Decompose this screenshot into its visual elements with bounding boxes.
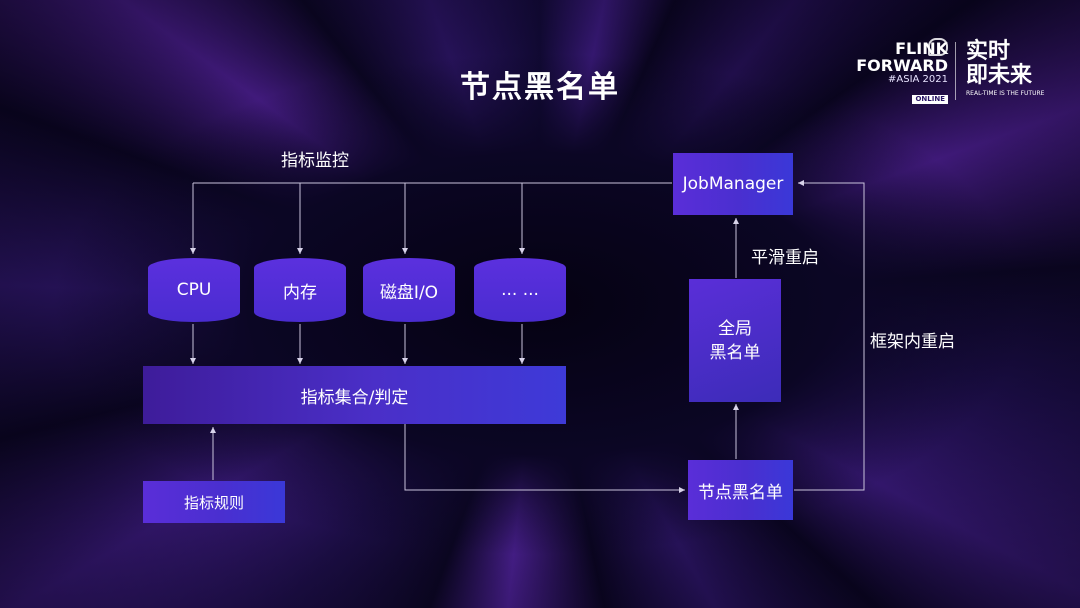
metric-disk-io: 磁盘I/O: [363, 258, 455, 322]
label-smooth-restart: 平滑重启: [751, 248, 819, 268]
slogan-line1: 实时: [966, 39, 1011, 64]
label-metrics-monitor: 指标监控: [281, 151, 349, 171]
metrics-aggregate-box: 指标集合/判定: [143, 366, 566, 424]
label-framework-restart: 框架内重启: [870, 332, 955, 352]
node-blacklist-box: 节点黑名单: [688, 460, 793, 520]
jobmanager-box: JobManager: [673, 153, 793, 215]
squirrel-icon: [928, 38, 948, 56]
metrics-rules-box: 指标规则: [143, 481, 285, 523]
arrow-framework-restart: [794, 180, 865, 491]
metric-memory: 内存: [254, 258, 346, 322]
slide-title: 节点黑名单: [460, 70, 620, 105]
metric-cpu: CPU: [148, 258, 240, 322]
global-blacklist-box: 全局 黑名单: [689, 279, 781, 402]
metric-more: ... ...: [474, 258, 566, 322]
arrow-aggregate-to-node-blacklist: [404, 424, 685, 493]
